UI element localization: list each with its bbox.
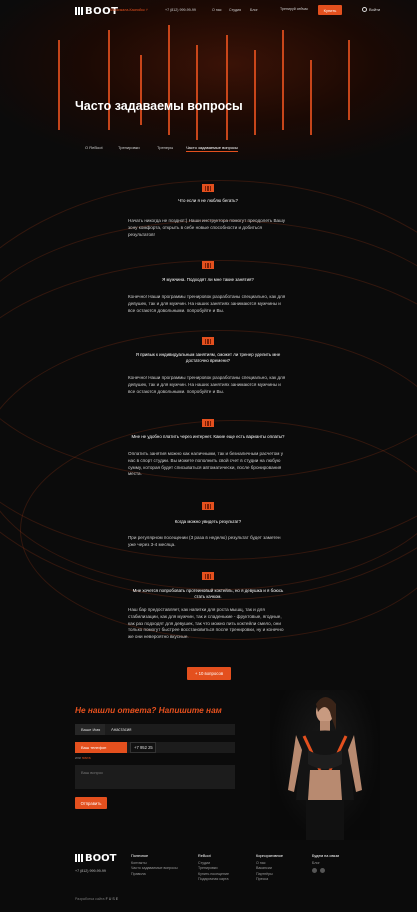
site-header: BOOT Махачкала-Каспийск ˅ +7 (812) 999-9… <box>0 0 417 22</box>
reboot-icon <box>202 337 214 345</box>
city-selector[interactable]: Махачкала-Каспийск ˅ <box>110 8 148 12</box>
header-phone[interactable]: +7 (812) 999-99-99 <box>165 8 196 12</box>
nav-blog[interactable]: Блог <box>250 8 258 12</box>
name-value[interactable]: Анастасия <box>105 727 131 732</box>
nav-about[interactable]: О нас <box>212 8 222 12</box>
tab-about-reboot[interactable]: О ReBoot <box>85 145 103 150</box>
page-title: Часто задаваемы вопросы <box>75 99 243 113</box>
footer-logo[interactable]: BOOT <box>75 853 116 864</box>
faq-question[interactable]: Я привык к индивидуальным занятиям, смож… <box>128 352 288 364</box>
login-button[interactable]: Войти <box>362 7 380 12</box>
footer-column-contact: Будем на связи Блог <box>312 854 339 874</box>
footer-column-corporate: Корпоративное О нас Вакансии Партнёры Пр… <box>256 854 283 882</box>
hero-lines <box>0 0 417 160</box>
mail-link[interactable]: почта <box>82 756 91 760</box>
developer-link[interactable]: FUSE <box>106 897 120 901</box>
social-icon[interactable] <box>312 868 317 874</box>
faq-question[interactable]: Мне не удобно платить через интернет. Ка… <box>128 434 288 440</box>
tab-faq[interactable]: Часто задаваемые вопросы <box>186 145 238 152</box>
footer-link[interactable]: Правила <box>131 872 178 877</box>
faq-answer: Конечно! Наши программы тренировок разра… <box>128 375 286 394</box>
social-links <box>312 868 339 874</box>
faq-answer: Начать никогда не поздно!:) Наши инструк… <box>128 218 286 237</box>
faq-answer: Конечно! Наши программы тренировок разра… <box>128 294 286 313</box>
tab-trainings[interactable]: Тренировки <box>118 145 140 150</box>
phone-input[interactable]: +7 952 25 <box>130 742 156 753</box>
or-mail: или почта <box>75 756 91 760</box>
question-textarea[interactable]: Ваш вопрос <box>75 765 235 789</box>
faq-answer: Оплатить занятия можно как наличными, та… <box>128 451 284 477</box>
reboot-icon <box>202 419 214 427</box>
reboot-icon <box>202 572 214 580</box>
phone-label: Ваш телефон <box>75 742 127 753</box>
nav-training-now[interactable]: Тренируй сейчас <box>280 7 308 11</box>
buy-button[interactable]: Купить <box>318 5 342 15</box>
faq-answer: При регулярном посещении (3 раза в недел… <box>128 535 281 547</box>
footer-column-useful: Полезное Контакты Часто задаваемые вопро… <box>131 854 178 877</box>
name-field[interactable]: Ваше Имя Анастасия <box>75 724 235 735</box>
login-label: Войти <box>369 7 381 12</box>
page-tabs: О ReBoot Тренировки Тренеры Часто задава… <box>75 145 275 155</box>
more-questions-button[interactable]: + 10 вопросов <box>187 667 231 680</box>
name-label: Ваше Имя <box>75 724 105 735</box>
user-icon <box>362 7 367 12</box>
reboot-icon <box>202 261 214 269</box>
reboot-icon <box>202 184 214 192</box>
reboot-icon <box>202 502 214 510</box>
footer-link[interactable]: Подарочная карта <box>198 877 229 882</box>
faq-answer: Наш бар предоставляет, как напитки для р… <box>128 607 284 640</box>
developer-credit: Разработка сайта FUSE <box>75 897 120 901</box>
footer-link[interactable]: Пресса <box>256 877 283 882</box>
footer-column-reboot: ReBoot Студии Тренировки Купить посещени… <box>198 854 230 882</box>
faq-question[interactable]: Мне хочется попробовать протеиновый кокт… <box>128 588 288 600</box>
social-icon[interactable] <box>320 868 325 874</box>
faq-question[interactable]: Что если я не люблю бегать? <box>128 198 288 204</box>
athlete-photo <box>270 690 380 840</box>
footer-phone[interactable]: +7 (812) 999-99-99 <box>75 869 106 873</box>
form-title: Не нашли ответа? Напишите нам <box>75 705 222 715</box>
nav-studio[interactable]: Студия <box>229 8 241 12</box>
faq-question[interactable]: Я мужчина. Подходят ли мне такие занятия… <box>128 277 288 283</box>
footer-link[interactable]: Часто задаваемые вопросы <box>131 866 178 871</box>
footer-link[interactable]: Блог <box>312 861 339 866</box>
faq-question[interactable]: Когда можно увидеть результат? <box>128 519 288 525</box>
tab-trainers[interactable]: Тренеры <box>157 145 173 150</box>
send-button[interactable]: Отправить <box>75 797 107 809</box>
